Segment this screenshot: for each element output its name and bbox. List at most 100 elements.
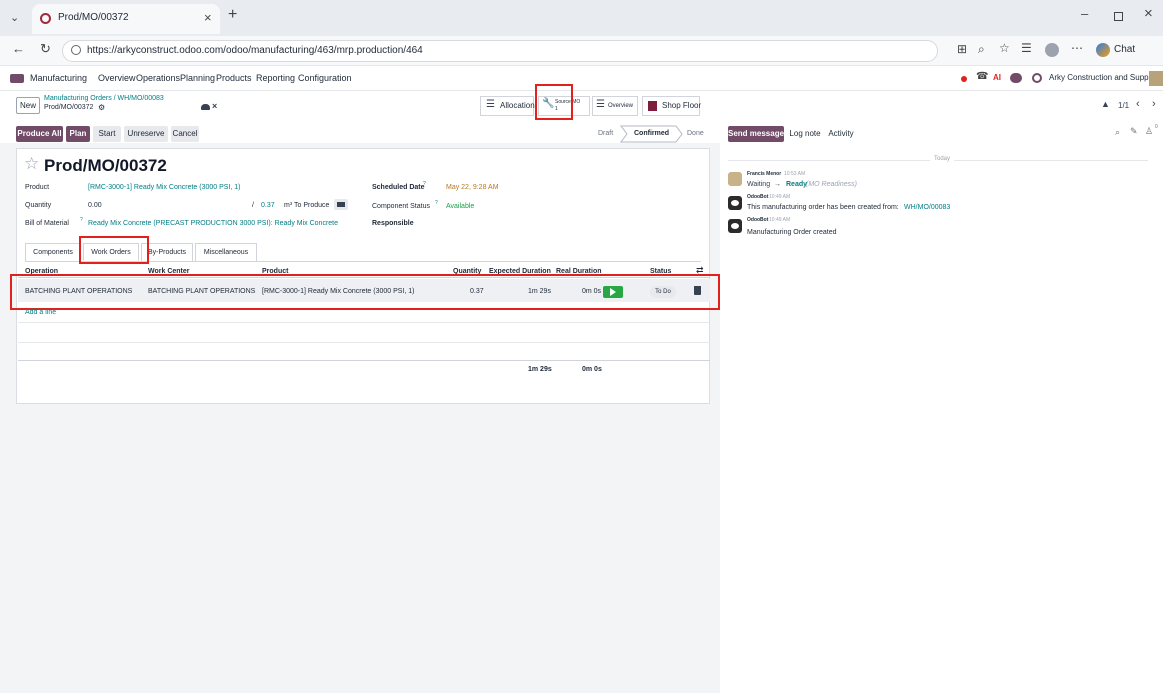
- allocation-label: Allocation: [500, 101, 535, 110]
- quantity-value[interactable]: 0.00: [88, 202, 102, 209]
- status-done[interactable]: Done: [687, 130, 704, 137]
- allocation-button[interactable]: ☰ Allocation: [480, 96, 535, 116]
- discard-icon[interactable]: ×: [212, 101, 217, 111]
- app-grid-icon[interactable]: ⊞: [957, 42, 967, 56]
- url-field[interactable]: https://arkyconstruct.odoo.com/odoo/manu…: [62, 40, 938, 62]
- close-tab-icon[interactable]: ×: [204, 10, 212, 25]
- chat-label[interactable]: Chat: [1114, 44, 1135, 55]
- breadcrumb-current: Prod/MO/00372: [44, 104, 94, 111]
- message-body: Manufacturing Order created: [747, 229, 837, 236]
- component-status-label: Component Status: [372, 203, 430, 210]
- new-button[interactable]: New: [16, 97, 40, 114]
- tracking-field: (MO Readiness): [806, 181, 857, 188]
- zoom-icon[interactable]: ⌕: [978, 42, 985, 57]
- activity-button[interactable]: Activity: [824, 126, 858, 142]
- menu-operations[interactable]: Operations: [136, 73, 180, 83]
- menu-reporting[interactable]: Reporting: [256, 73, 295, 83]
- odoobot-avatar: [728, 219, 742, 233]
- phone-icon[interactable]: ☎: [976, 71, 988, 82]
- browser-tab[interactable]: Prod/MO/00372 ×: [32, 4, 220, 34]
- message-link[interactable]: WH/MO/00083: [904, 204, 950, 211]
- produce-all-button[interactable]: Produce All: [16, 126, 63, 142]
- tab-components[interactable]: Components: [25, 243, 81, 261]
- tab-miscellaneous[interactable]: Miscellaneous: [195, 243, 257, 261]
- shop-floor-button[interactable]: Shop Floor: [642, 96, 701, 116]
- message-time: 10:53 AM: [784, 171, 806, 177]
- breadcrumb-parent[interactable]: Manufacturing Orders / WH/MO/00083: [44, 95, 164, 102]
- messages-icon[interactable]: [1010, 73, 1022, 83]
- bom-help-mark[interactable]: ?: [80, 217, 83, 223]
- close-window-icon[interactable]: ×: [1144, 5, 1153, 22]
- save-cloud-icon[interactable]: [201, 104, 210, 110]
- copilot-icon[interactable]: [1096, 43, 1110, 57]
- source-mo-highlight: [535, 84, 573, 120]
- row-separator: [18, 360, 710, 361]
- component-status-help-mark[interactable]: ?: [435, 200, 438, 206]
- unreserve-button[interactable]: Unreserve: [124, 126, 168, 142]
- manufacturing-app-icon[interactable]: [10, 74, 24, 83]
- shop-floor-icon: [648, 101, 657, 111]
- favorite-star-icon[interactable]: ☆: [24, 154, 39, 174]
- company-name[interactable]: Arky Construction and Supply: [1049, 73, 1154, 82]
- add-a-line-link[interactable]: Add a line: [25, 309, 56, 316]
- row-separator: [18, 342, 710, 343]
- favorites-list-icon[interactable]: ☰: [1021, 41, 1032, 55]
- menu-products[interactable]: Products: [216, 73, 252, 83]
- new-tab-icon[interactable]: +: [228, 6, 237, 24]
- cancel-button[interactable]: Cancel: [171, 126, 199, 142]
- search-icon[interactable]: ⌕: [1115, 127, 1120, 138]
- start-button[interactable]: Start: [93, 126, 121, 142]
- work-orders-tab-highlight: [79, 236, 149, 264]
- quantity-to-produce[interactable]: 0.37: [261, 202, 275, 209]
- pager-prev-icon[interactable]: ‹: [1136, 98, 1140, 110]
- favorite-star-icon[interactable]: ☆: [999, 41, 1010, 55]
- restore-icon[interactable]: [1114, 12, 1123, 21]
- scheduled-help-mark[interactable]: ?: [423, 181, 426, 187]
- status-confirmed[interactable]: Confirmed: [634, 130, 669, 137]
- responsible-label: Responsible: [372, 220, 414, 227]
- menu-overview[interactable]: Overview: [98, 73, 136, 83]
- address-bar: ← ↻ https://arkyconstruct.odoo.com/odoo/…: [0, 36, 1163, 66]
- status-draft[interactable]: Draft: [598, 130, 613, 137]
- tracking-arrow: →: [774, 181, 781, 188]
- user-avatar[interactable]: [1149, 71, 1163, 86]
- message-author: OdooBot: [747, 217, 769, 223]
- reload-icon[interactable]: ↻: [40, 41, 51, 57]
- activities-icon[interactable]: [1032, 73, 1042, 83]
- followers-icon[interactable]: ♙: [1145, 126, 1153, 137]
- list-icon: ☰: [486, 99, 495, 110]
- bom-value[interactable]: Ready Mix Concrete (PRECAST PRODUCTION 3…: [88, 220, 338, 227]
- pin-icon[interactable]: ▲: [1101, 99, 1110, 109]
- app-name[interactable]: Manufacturing: [30, 73, 87, 83]
- message-author: OdooBot: [747, 194, 769, 200]
- back-icon[interactable]: ←: [12, 41, 25, 56]
- attachment-icon[interactable]: ✎: [1130, 126, 1138, 137]
- pager-value[interactable]: 1/1: [1118, 101, 1129, 110]
- overview-icon: ☰: [596, 99, 605, 110]
- log-note-button[interactable]: Log note: [788, 126, 822, 142]
- scheduled-date-value[interactable]: May 22, 9:28 AM: [446, 184, 499, 191]
- uom-label: m³ To Produce: [284, 202, 330, 209]
- profile-avatar-icon[interactable]: [1045, 43, 1059, 57]
- total-expected-duration: 1m 29s: [528, 366, 552, 373]
- browser-tab-bar: ⌄ Prod/MO/00372 × + – ×: [0, 0, 1163, 36]
- menu-planning[interactable]: Planning: [180, 73, 215, 83]
- odoo-navbar: Manufacturing Overview Operations Planni…: [0, 67, 1163, 91]
- menu-configuration[interactable]: Configuration: [298, 73, 352, 83]
- overview-button[interactable]: ☰ Overview: [592, 96, 638, 116]
- message-time: 10:49 AM: [769, 217, 791, 223]
- overview-label: Overview: [608, 103, 634, 109]
- tab-list-chevron-icon[interactable]: ⌄: [10, 11, 19, 24]
- plan-button[interactable]: Plan: [66, 126, 90, 142]
- gear-icon[interactable]: ⚙: [98, 103, 105, 112]
- forecast-chart-icon[interactable]: [334, 199, 348, 210]
- ai-badge[interactable]: AI: [993, 73, 1001, 82]
- pager-next-icon[interactable]: ›: [1152, 98, 1156, 110]
- minimize-icon[interactable]: –: [1081, 6, 1088, 21]
- product-value[interactable]: [RMC-3000-1] Ready Mix Concrete (3000 PS…: [88, 184, 241, 191]
- site-info-icon[interactable]: [71, 45, 81, 55]
- send-message-button[interactable]: Send message: [728, 126, 784, 142]
- more-menu-icon[interactable]: ⋯: [1071, 41, 1083, 55]
- recording-dot-icon[interactable]: [961, 76, 967, 82]
- bom-label: Bill of Material: [25, 220, 69, 227]
